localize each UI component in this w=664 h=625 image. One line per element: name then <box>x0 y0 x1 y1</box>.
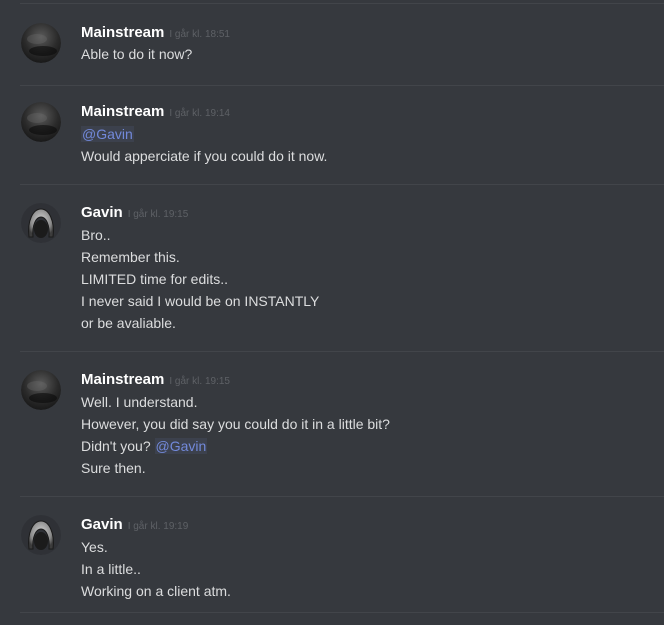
username[interactable]: Mainstream <box>81 24 164 41</box>
timestamp: I går kl. 19:19 <box>127 521 189 532</box>
username[interactable]: Gavin <box>81 516 123 533</box>
message-text: Would apperciate if you could do it now. <box>81 148 328 164</box>
message-divider <box>20 184 664 185</box>
message-text: or be avaliable. <box>81 315 176 331</box>
message-text: Able to do it now? <box>81 46 193 62</box>
message-text: Remember this. <box>81 249 180 265</box>
message-text: In a little.. <box>81 561 141 577</box>
mainstream-avatar[interactable] <box>21 102 61 142</box>
message-text: Didn't you? @Gavin <box>81 435 208 457</box>
message-header: Gavin I går kl. 19:19 <box>81 516 188 536</box>
message-text: @Gavin <box>81 123 134 145</box>
message-divider <box>20 3 664 4</box>
timestamp: I går kl. 19:15 <box>127 209 189 220</box>
mainstream-avatar[interactable] <box>21 370 61 410</box>
message-text: Sure then. <box>81 460 146 476</box>
message-text: Yes. <box>81 539 108 555</box>
message-divider <box>20 351 664 352</box>
gavin-avatar[interactable] <box>21 203 61 243</box>
username[interactable]: Mainstream <box>81 371 164 388</box>
message-header: Mainstream I går kl. 18:51 <box>81 24 230 44</box>
gavin-avatar[interactable] <box>21 515 61 555</box>
message-text: Bro.. <box>81 227 111 243</box>
user-mention[interactable]: @Gavin <box>154 438 208 454</box>
timestamp: I går kl. 19:14 <box>169 108 230 119</box>
message-text: However, you did say you could do it in … <box>81 416 390 432</box>
message-text: I never said I would be on INSTANTLY <box>81 293 320 309</box>
username[interactable]: Mainstream <box>81 103 164 120</box>
user-mention[interactable]: @Gavin <box>81 126 134 142</box>
message-text-segment: Didn't you? <box>81 438 155 454</box>
message-divider <box>20 85 664 86</box>
timestamp: I går kl. 18:51 <box>169 29 230 40</box>
username[interactable]: Gavin <box>81 204 123 221</box>
message-text: Well. I understand. <box>81 394 198 410</box>
message-text: LIMITED time for edits.. <box>81 271 229 287</box>
message-divider <box>20 612 664 613</box>
message-header: Gavin I går kl. 19:15 <box>81 204 188 224</box>
mainstream-avatar[interactable] <box>21 23 61 63</box>
message-header: Mainstream I går kl. 19:15 <box>81 371 230 391</box>
message-divider <box>20 496 664 497</box>
chat-messages: Mainstream I går kl. 18:51 Able to do it … <box>0 0 664 625</box>
message-header: Mainstream I går kl. 19:14 <box>81 103 230 123</box>
message-text: Working on a client atm. <box>81 583 231 599</box>
timestamp: I går kl. 19:15 <box>169 376 230 387</box>
